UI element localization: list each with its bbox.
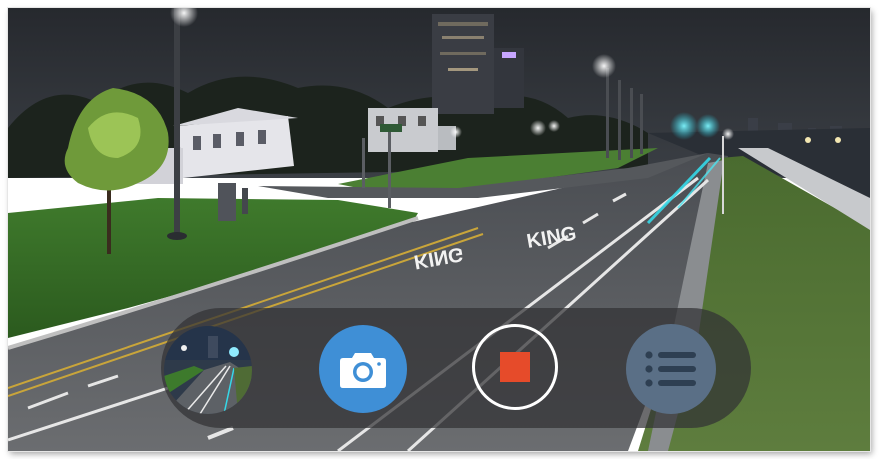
thumbnail-image [164,326,252,414]
take-photo-button[interactable] [319,325,407,413]
camera-icon [339,349,387,389]
camera-viewfinder: KING KING [8,8,870,451]
gallery-list-button[interactable] [626,324,716,414]
list-icon [645,350,697,388]
stop-recording-button[interactable] [472,324,558,410]
stop-square-icon [500,352,530,382]
last-capture-thumbnail[interactable] [164,326,252,414]
